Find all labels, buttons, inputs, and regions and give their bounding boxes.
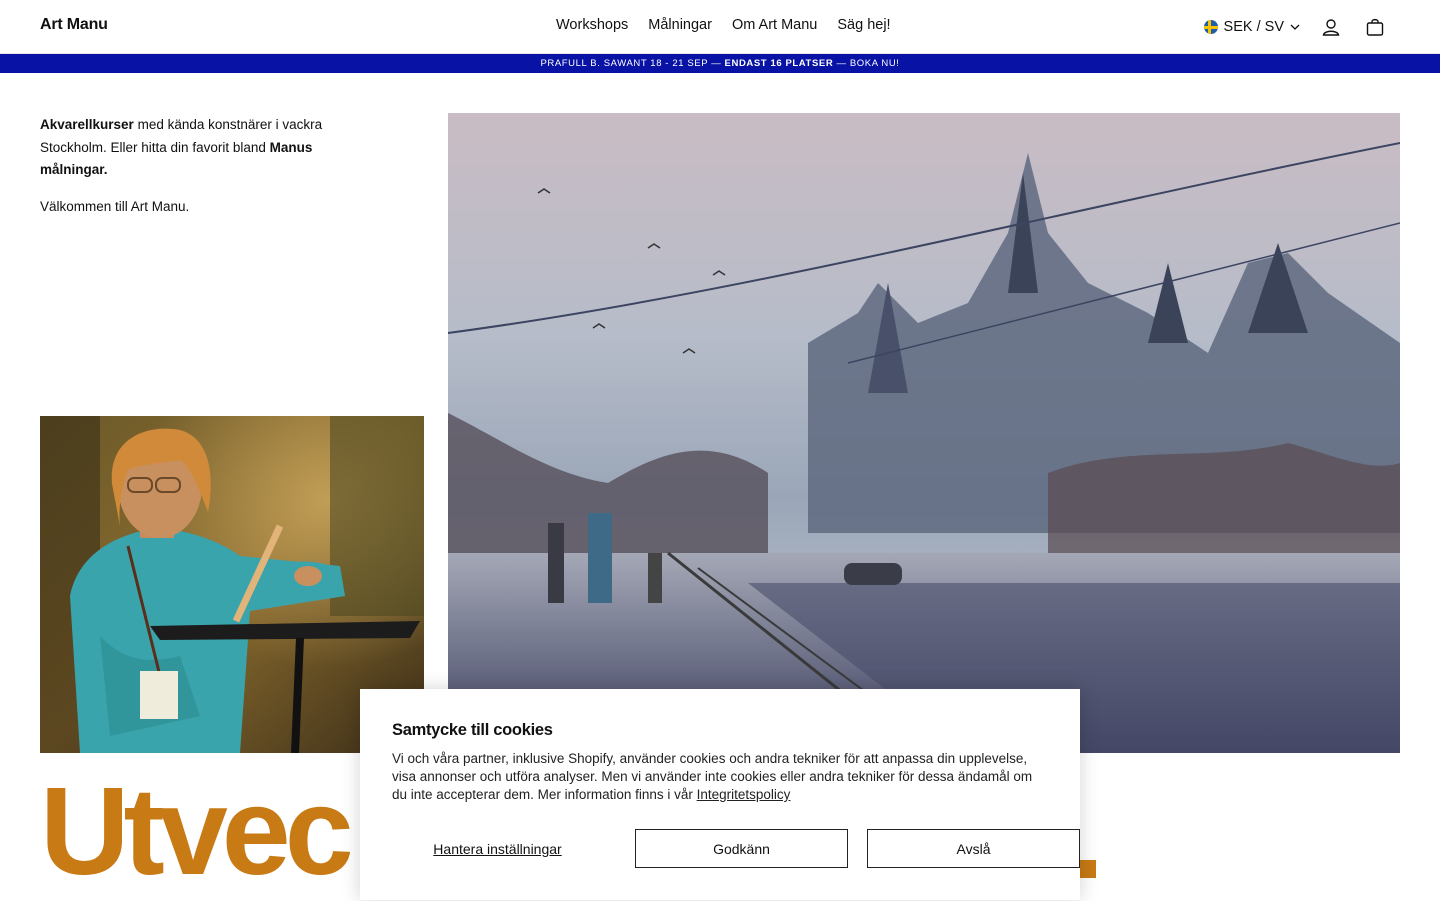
intro-bold-courses: Akvarellkurser (40, 117, 134, 132)
accept-button[interactable]: Godkänn (635, 829, 848, 868)
nav-about[interactable]: Om Art Manu (732, 17, 817, 33)
intro-paragraph: Akvarellkurser med kända konstnärer i va… (40, 114, 340, 182)
main-nav: Workshops Målningar Om Art Manu Säg hej! (556, 17, 891, 33)
cookie-actions: Hantera inställningar Godkänn Avslå (392, 829, 1080, 868)
nav-contact[interactable]: Säg hej! (837, 17, 890, 33)
bag-icon (1366, 18, 1384, 36)
site-header: Art Manu Workshops Målningar Om Art Manu… (0, 0, 1440, 54)
cookie-consent-dialog: Samtycke till cookies Vi och våra partne… (360, 689, 1080, 900)
announcement-text: PRAFULL B. SAWANT 18 - 21 SEP — (540, 58, 725, 69)
announcement-highlight: ENDAST 16 PLATSER (724, 58, 834, 69)
nav-paintings[interactable]: Målningar (648, 17, 712, 33)
intro-text: Akvarellkurser med kända konstnärer i va… (40, 114, 340, 232)
user-icon (1322, 19, 1340, 36)
intro-welcome: Välkommen till Art Manu. (40, 198, 190, 214)
hero-headline: Utvec (40, 763, 354, 901)
chevron-down-icon (1290, 24, 1300, 30)
sweden-flag-icon (1203, 20, 1218, 34)
cookie-title: Samtycke till cookies (392, 721, 553, 739)
watercolor-painting-image (448, 113, 1400, 753)
decline-button[interactable]: Avslå (867, 829, 1080, 868)
header-actions: SEK / SV (1203, 14, 1388, 40)
cookie-body: Vi och våra partner, inklusive Shopify, … (392, 750, 1048, 804)
announcement-cta: — BOKA NU! (833, 58, 900, 69)
announcement-bar[interactable]: PRAFULL B. SAWANT 18 - 21 SEP — ENDAST 1… (0, 54, 1440, 73)
privacy-policy-link[interactable]: Integritetspolicy (697, 787, 791, 802)
cart-button[interactable] (1362, 14, 1388, 40)
locale-label: SEK / SV (1223, 19, 1284, 35)
locale-selector[interactable]: SEK / SV (1203, 19, 1300, 35)
account-button[interactable] (1318, 14, 1344, 40)
site-logo[interactable]: Art Manu (40, 16, 108, 34)
nav-workshops[interactable]: Workshops (556, 17, 628, 33)
manage-settings-link[interactable]: Hantera inställningar (392, 829, 603, 868)
